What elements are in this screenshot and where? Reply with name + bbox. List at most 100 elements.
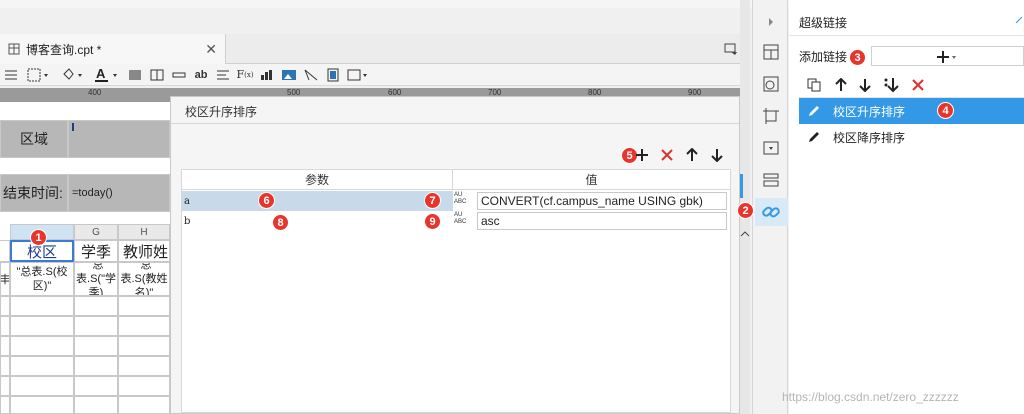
link-list-label: 校区升序排序 (833, 104, 906, 119)
delete-icon[interactable] (660, 148, 674, 162)
annotation-badge-6: 6 (258, 192, 275, 209)
type-selector-icon[interactable]: AU ABC (454, 192, 474, 210)
annotation-badge-3: 3 (849, 49, 866, 66)
link-list-item-asc[interactable]: 校区升序排序 4 (799, 98, 1024, 124)
param-table: 参数 值 a 6 7 AU ABC CONVERT(cf.campus_name… (181, 169, 731, 413)
grid-cell[interactable] (118, 336, 170, 356)
grid-cell[interactable] (10, 336, 74, 356)
move-up-icon[interactable] (686, 148, 698, 162)
annotation-badge-4: 4 (937, 102, 954, 119)
link-icon[interactable] (761, 202, 781, 222)
chart-icon[interactable] (256, 66, 278, 84)
svg-text:A: A (96, 67, 106, 81)
copy-icon[interactable] (807, 78, 821, 92)
term-header-cell[interactable]: 学季 (74, 240, 118, 262)
paragraph-icon[interactable] (212, 66, 234, 84)
cell-frag-2[interactable]: 丰 (0, 262, 10, 296)
widget-icon[interactable] (761, 138, 781, 158)
area-label-cell[interactable]: 区域 (0, 120, 68, 158)
close-icon[interactable]: ✕ (205, 41, 217, 58)
param-name-cell[interactable]: b (182, 211, 453, 231)
move-bottom-icon[interactable] (883, 77, 899, 93)
table-row[interactable]: a 6 7 AU ABC CONVERT(cf.campus_name USIN… (182, 191, 730, 211)
ab-text-icon[interactable]: ab (190, 66, 212, 84)
type-selector-icon[interactable]: AU ABC (454, 212, 474, 230)
merge-icon[interactable] (124, 66, 146, 84)
grid-cell[interactable] (10, 316, 74, 336)
col-header-h[interactable]: H (118, 224, 170, 240)
grid-cell[interactable] (0, 356, 10, 376)
expand-icon[interactable] (761, 12, 781, 32)
grid-cell[interactable] (74, 376, 118, 396)
campus-formula-cell[interactable]: "总表.S(校区)" (10, 262, 74, 296)
frame-icon[interactable] (344, 66, 372, 84)
move-down-icon[interactable] (859, 78, 871, 92)
tab-menu-icon[interactable] (724, 42, 738, 56)
add-icon[interactable] (635, 148, 649, 162)
grid-cell[interactable] (118, 376, 170, 396)
grid-cell[interactable] (0, 376, 10, 396)
grid-cell[interactable] (0, 296, 10, 316)
grid-cell[interactable] (74, 336, 118, 356)
text-icon[interactable] (168, 66, 190, 84)
link-toolbar (799, 72, 1024, 98)
delete-icon[interactable] (911, 78, 925, 92)
grid-cell[interactable] (0, 336, 10, 356)
grid-cell[interactable] (0, 396, 10, 414)
param-dialog: 校区升序排序 5 参数 值 a 6 7 AU ABC CONVERT(cf.ca… (170, 96, 740, 414)
align-icon[interactable] (0, 66, 22, 84)
term-formula-cell[interactable]: "总表.S("学季) (74, 262, 118, 296)
grid-cell[interactable] (74, 356, 118, 376)
edit-icon (809, 106, 819, 116)
file-icon (8, 43, 20, 55)
tab-label: 博客查询.cpt * (26, 42, 102, 57)
add-link-dropdown[interactable] (871, 46, 1024, 66)
watermark: https://blog.csdn.net/zero_zzzzzz (782, 390, 959, 404)
formula-icon[interactable]: F (x) (234, 66, 256, 84)
grid-cell[interactable] (118, 356, 170, 376)
condition-icon[interactable] (761, 170, 781, 190)
grid-cell[interactable] (10, 396, 74, 414)
teacher-formula-cell[interactable]: "总表.S(教姓名)" (118, 262, 170, 296)
chevron-up-icon[interactable] (740, 230, 750, 238)
split-icon[interactable] (146, 66, 168, 84)
grid-cell[interactable] (0, 316, 10, 336)
grid-cell[interactable] (10, 356, 74, 376)
param-name-cell[interactable]: a (182, 191, 453, 211)
grid-cell[interactable] (10, 376, 74, 396)
value-input[interactable]: asc (477, 212, 727, 230)
grid-cell[interactable] (74, 396, 118, 414)
table-row[interactable]: b 8 9 AU ABC asc (182, 211, 730, 231)
teacher-header-cell[interactable]: 教师姓 (118, 240, 170, 262)
subreport-icon[interactable] (322, 66, 344, 84)
grid-cell[interactable] (118, 396, 170, 414)
fill-color-icon[interactable] (56, 66, 90, 84)
grid-cell[interactable] (10, 296, 74, 316)
border-icon[interactable] (22, 66, 56, 84)
move-down-icon[interactable] (711, 148, 723, 162)
annotation-badge-1: 1 (30, 229, 47, 246)
cell-attr-icon[interactable] (761, 42, 781, 62)
font-color-icon[interactable]: A (90, 66, 124, 84)
side-toolbar: 2 (737, 0, 788, 414)
frame-icon[interactable] (761, 106, 781, 126)
panel-title: 超级链接 (799, 16, 848, 30)
end-time-value-cell[interactable]: =today() (68, 174, 170, 212)
link-list-item-desc[interactable]: 校区降序排序 (799, 124, 1024, 150)
move-up-icon[interactable] (835, 78, 847, 92)
minimize-icon[interactable] (1015, 16, 1023, 24)
grid-cell[interactable] (118, 296, 170, 316)
grid-cell[interactable] (74, 316, 118, 336)
annotation-badge-7: 7 (424, 192, 441, 209)
image-icon[interactable] (278, 66, 300, 84)
cell-frag[interactable] (0, 240, 10, 262)
end-time-label-cell[interactable]: 结束时间: (0, 174, 68, 212)
tab-blog-query[interactable]: 博客查询.cpt * ✕ (0, 34, 226, 64)
value-input[interactable]: CONVERT(cf.campus_name USING gbk) (477, 192, 727, 210)
grid-cell[interactable] (74, 296, 118, 316)
grid-cell[interactable] (118, 316, 170, 336)
col-header-g[interactable]: G (74, 224, 118, 240)
slash-icon[interactable] (300, 66, 322, 84)
info-icon[interactable] (761, 74, 781, 94)
area-value-cell[interactable] (68, 120, 170, 158)
